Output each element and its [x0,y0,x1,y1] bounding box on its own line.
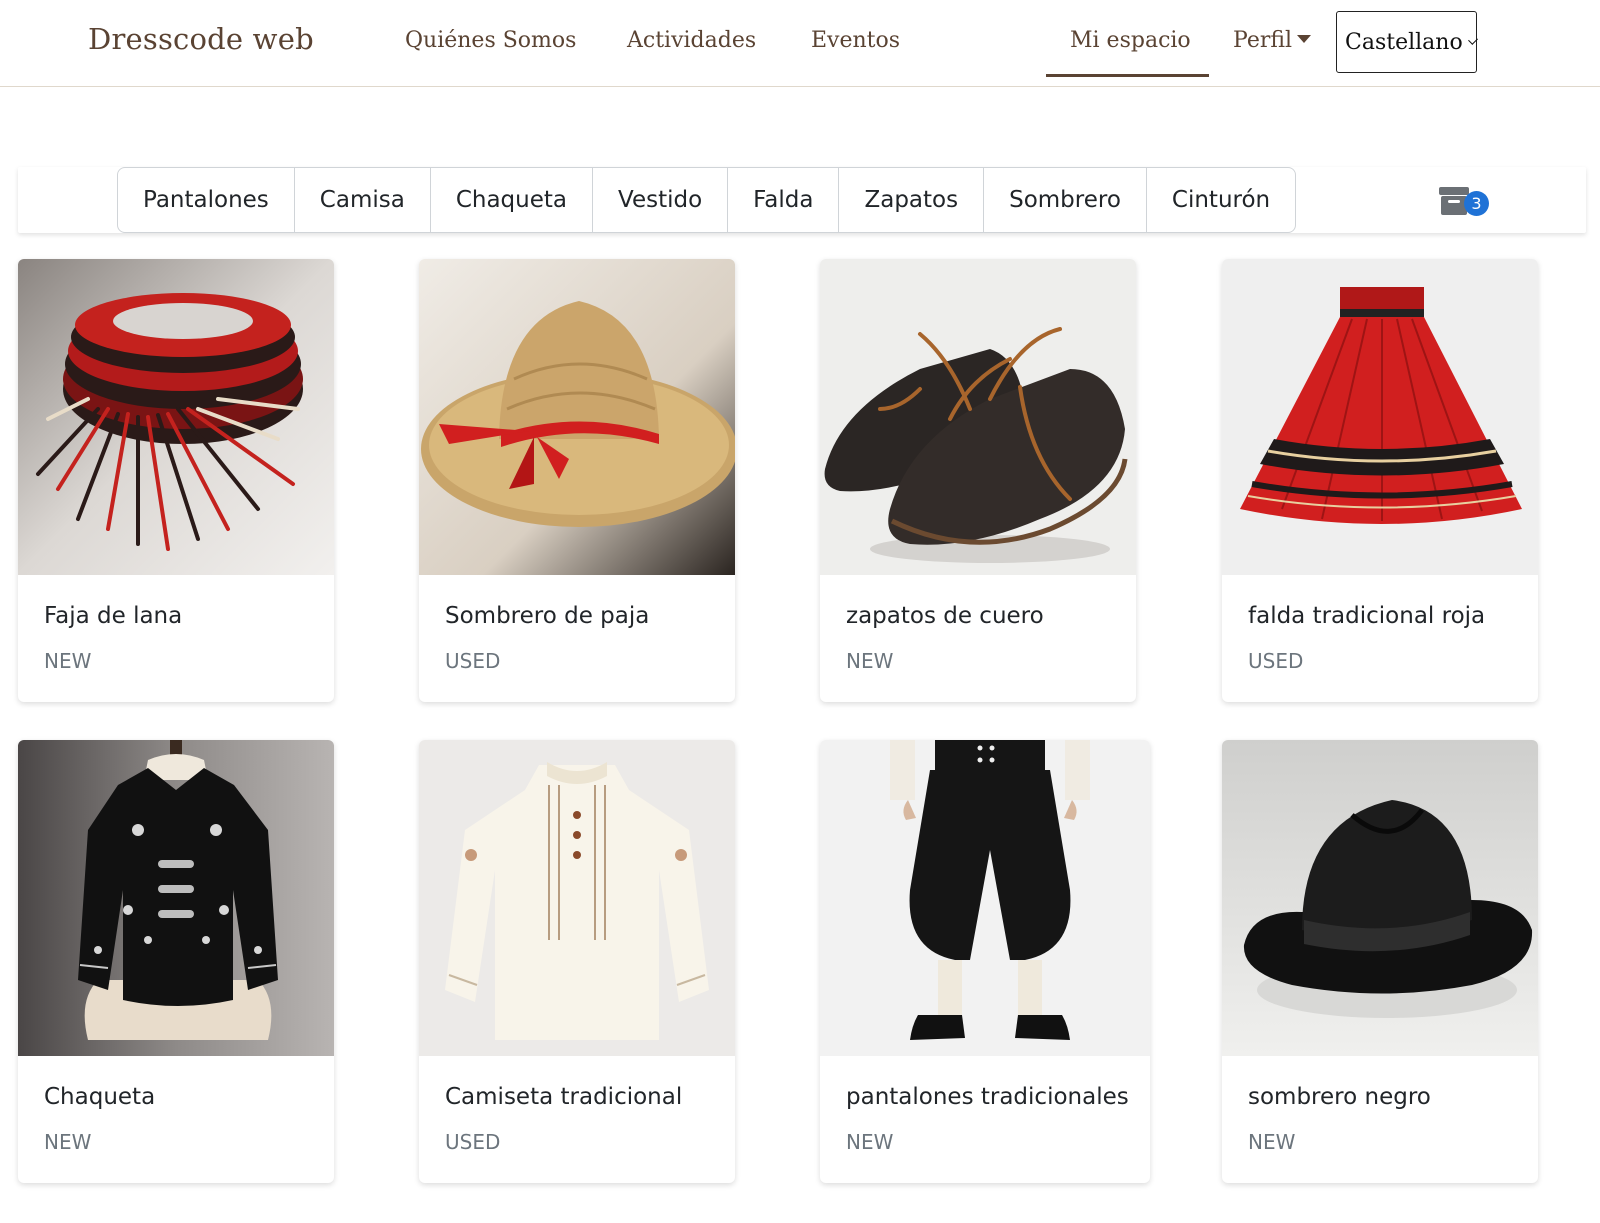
caret-down-icon [1297,35,1312,43]
product-title: zapatos de cuero [846,603,1044,629]
product-card[interactable]: falda tradicional roja USED [1222,259,1538,702]
product-condition: NEW [846,1130,894,1154]
product-title: Faja de lana [44,603,183,629]
nav-eventos[interactable]: Eventos [811,28,900,53]
product-condition: NEW [44,1130,92,1154]
product-condition: USED [445,1130,501,1154]
product-title: Camiseta tradicional [445,1084,683,1110]
navbar: Dresscode web Quiénes Somos Actividades … [0,0,1600,87]
product-card[interactable]: sombrero negro NEW [1222,740,1538,1183]
category-camisa[interactable]: Camisa [295,168,431,232]
product-image-straw-hat [419,259,735,575]
nav-actividades[interactable]: Actividades [627,28,756,53]
category-chaqueta[interactable]: Chaqueta [431,168,593,232]
archive-count-badge: 3 [1464,191,1489,216]
active-nav-indicator [1046,74,1209,77]
product-image-red-skirt [1222,259,1538,575]
product-card[interactable]: zapatos de cuero NEW [820,259,1136,702]
nav-perfil-dropdown[interactable]: Perfil [1233,28,1312,53]
product-image-leather-shoes [820,259,1136,575]
product-condition: NEW [846,649,894,673]
category-falda[interactable]: Falda [728,168,840,232]
product-card[interactable]: Camiseta tradicional USED [419,740,735,1183]
nav-perfil-label: Perfil [1233,28,1293,53]
category-button-group: Pantalones Camisa Chaqueta Vestido Falda… [117,167,1297,233]
product-card[interactable]: Sombrero de paja USED [419,259,735,702]
chevron-down-icon [1467,34,1478,45]
product-image-black-hat [1222,740,1538,1056]
product-image-traditional-shirt [419,740,735,1056]
product-title: Sombrero de paja [445,603,650,629]
category-cinturon[interactable]: Cinturón [1147,168,1295,232]
product-card[interactable]: pantalones tradicionales NEW [820,740,1150,1183]
product-image-traditional-trousers [820,740,1150,1056]
product-card[interactable]: Chaqueta NEW [18,740,334,1183]
language-value: Castellano [1345,29,1463,55]
category-pantalones[interactable]: Pantalones [118,168,295,232]
nav-mi-espacio[interactable]: Mi espacio [1070,28,1191,53]
language-select[interactable]: Castellano [1336,11,1478,73]
product-condition: NEW [44,649,92,673]
nav-quienes-somos[interactable]: Quiénes Somos [405,28,576,53]
product-title: pantalones tradicionales [846,1084,1129,1110]
product-condition: USED [445,649,501,673]
product-condition: USED [1248,649,1304,673]
product-image-jacket [18,740,334,1056]
brand-logo[interactable]: Dresscode web [88,22,314,56]
category-vestido[interactable]: Vestido [593,168,729,232]
product-condition: NEW [1248,1130,1296,1154]
product-title: sombrero negro [1248,1084,1431,1110]
product-title: Chaqueta [44,1084,156,1110]
category-sombrero[interactable]: Sombrero [984,168,1147,232]
product-card[interactable]: Faja de lana NEW [18,259,334,702]
product-title: falda tradicional roja [1248,603,1486,629]
product-image-wool-sash [18,259,334,575]
category-zapatos[interactable]: Zapatos [839,168,985,232]
